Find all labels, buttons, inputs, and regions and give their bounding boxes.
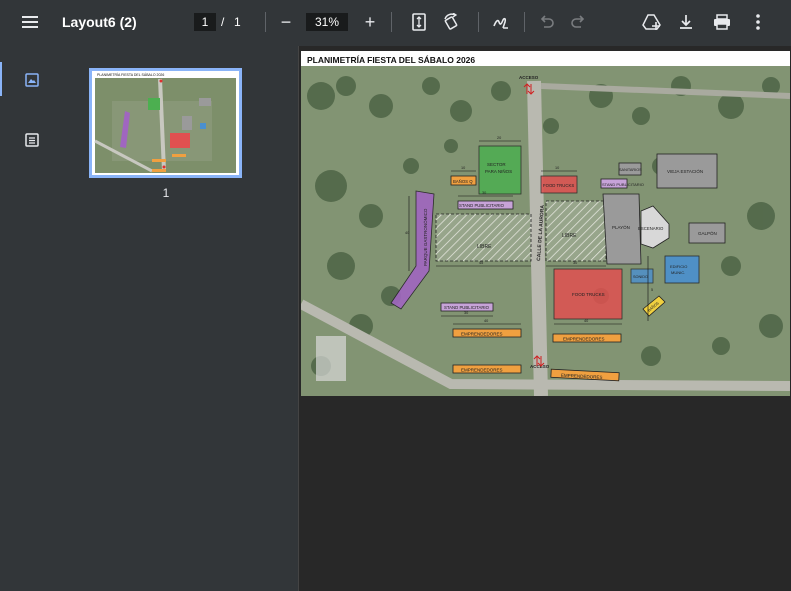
dim-label: 40	[584, 319, 588, 323]
label-stand-publicitario-1: STAND PUBLICITARIO	[459, 203, 505, 208]
label-escenario: ESCENARIO	[638, 226, 664, 231]
label-emprendedores-3: EMPRENDEDORES	[461, 368, 503, 373]
dim-label: 40	[484, 319, 488, 323]
zoom-out-button[interactable]: −	[272, 8, 300, 36]
page-number-input[interactable]: 1	[194, 13, 216, 31]
dim-label: 30	[482, 191, 486, 195]
annotate-icon[interactable]	[487, 8, 515, 36]
thumbnail-map-preview: PLANIMETRÍA FIESTA DEL SÁBALO 2026	[92, 71, 239, 175]
label-libre-1: LIBRE	[477, 244, 492, 250]
drive-add-icon[interactable]	[638, 8, 666, 36]
dim-label: 45	[479, 261, 483, 265]
dim-label: 30	[573, 261, 577, 265]
label-emprendedores-2: EMPRENDEDORES	[563, 337, 605, 342]
label-libre-2: LIBRE	[562, 233, 577, 239]
label-stand-publicitario-2: STAND PUBLICITARIO	[444, 305, 490, 310]
dim-label: 40	[405, 231, 409, 235]
dim-label: 10	[461, 166, 465, 170]
redo-icon[interactable]	[564, 8, 592, 36]
toolbar-divider	[391, 12, 392, 32]
fit-page-icon[interactable]	[405, 8, 433, 36]
label-sector-ninos-2: PARA NIÑOS	[485, 168, 512, 174]
label-stand-publicitario-3: STAND PUBLICITARIO	[602, 182, 644, 187]
page-thumbnail[interactable]: PLANIMETRÍA FIESTA DEL SÁBALO 2026	[89, 68, 242, 178]
dim-label: 5	[651, 288, 653, 292]
label-galpon: GALPÓN	[698, 230, 717, 236]
pdf-page: PLANIMETRÍA FIESTA DEL SÁBALO 2026 LIBRE…	[301, 51, 790, 396]
dim-label: 30	[464, 311, 468, 315]
label-emprendedores-1: EMPRENDEDORES	[461, 332, 503, 337]
rail-active-indicator	[0, 62, 2, 96]
toolbar-divider	[265, 12, 266, 32]
page-separator: /	[221, 15, 225, 29]
svg-text:PLANIMETRÍA FIESTA DEL SÁBALO: PLANIMETRÍA FIESTA DEL SÁBALO 2026	[97, 73, 164, 77]
toolbar-divider	[524, 12, 525, 32]
label-acceso-top: ACCESO	[519, 75, 539, 80]
label-edificio-municipal-2: MUNIC.	[671, 270, 685, 275]
document-title: Layout6 (2)	[62, 14, 137, 30]
label-sector-ninos-1: SECTOR	[487, 162, 506, 167]
toolbar-divider	[478, 12, 479, 32]
toolbar: Layout6 (2) 1 / 1 − 31% +	[0, 0, 791, 46]
label-parque-gastronomico: PARQUE GASTRONÓMICO	[422, 208, 428, 266]
plan-title: PLANIMETRÍA FIESTA DEL SÁBALO 2026	[307, 55, 476, 65]
more-vert-icon[interactable]	[744, 8, 772, 36]
download-icon[interactable]	[672, 8, 700, 36]
label-food-trucks-2: FOOD TRUCKS	[572, 292, 605, 297]
zoom-in-button[interactable]: +	[356, 8, 384, 36]
label-edificio-municipal-1: EDIFICIO	[670, 264, 687, 269]
label-sanitarios: SANITARIOS	[619, 168, 642, 172]
label-sonido: SONIDO	[633, 275, 648, 279]
dim-label: 20	[497, 136, 501, 140]
thumbnail-page-number: 1	[162, 186, 170, 200]
label-food-trucks-1: FOOD TRUCKS	[543, 183, 574, 188]
label-playon: PLAYÓN	[612, 224, 630, 230]
rotate-icon[interactable]	[437, 8, 465, 36]
label-banos: BAÑOS Q	[453, 179, 473, 184]
thumbnails-icon[interactable]	[18, 66, 46, 94]
page-total: 1	[234, 15, 241, 29]
print-icon[interactable]	[708, 8, 736, 36]
site-plan-map: LIBRE LIBRE SECTOR PARA NIÑOS BAÑOS Q ST…	[301, 66, 790, 396]
dim-label: 10	[555, 166, 559, 170]
undo-icon[interactable]	[533, 8, 561, 36]
label-vieja-estacion: VIEJA ESTACIÓN	[667, 168, 703, 174]
hamburger-icon[interactable]	[16, 8, 44, 36]
zoom-level-input[interactable]: 31%	[306, 13, 348, 31]
outline-icon[interactable]	[18, 126, 46, 154]
